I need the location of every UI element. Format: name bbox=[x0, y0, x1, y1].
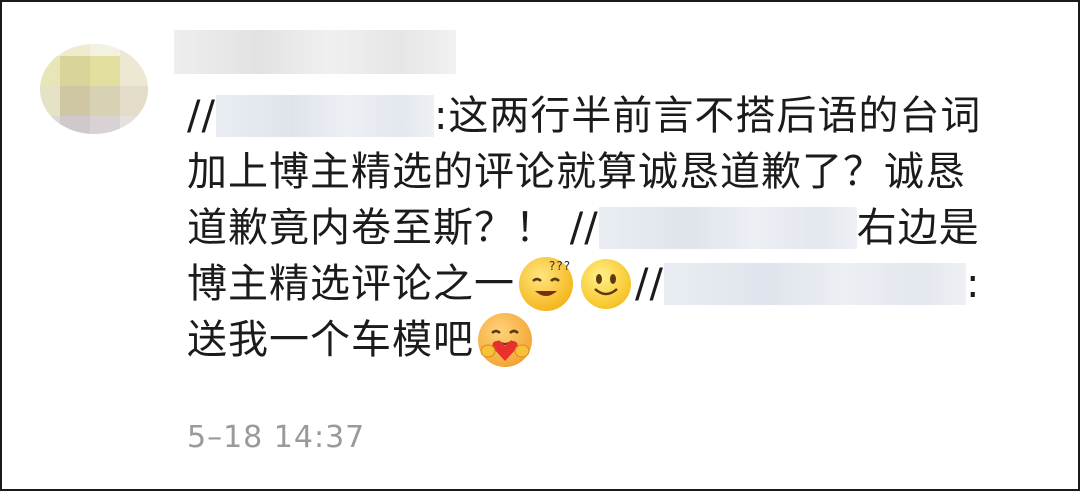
comment-line-5: 送我一个车模吧 bbox=[187, 312, 1047, 368]
mention-redacted[interactable] bbox=[598, 207, 857, 249]
comment-text: 博主精选评论之一 bbox=[187, 261, 515, 307]
svg-text:???: ??? bbox=[549, 259, 571, 273]
repost-separator: // bbox=[635, 261, 664, 307]
avatar[interactable] bbox=[40, 44, 148, 134]
mention-redacted[interactable] bbox=[663, 263, 966, 305]
comment-line-1: // :这两行半前言不搭后语的台词 bbox=[187, 88, 1047, 144]
repost-separator: // bbox=[187, 93, 216, 139]
comment-text: 送我一个车模吧 bbox=[187, 317, 474, 363]
smile-emoji bbox=[581, 259, 631, 309]
comment-line-2: 加上博主精选的评论就算诚恳道歉了？诚恳 bbox=[187, 144, 1047, 200]
comment-text: 加上博主精选的评论就算诚恳道歉了？诚恳 bbox=[187, 149, 966, 195]
comment-body: // :这两行半前言不搭后语的台词 加上博主精选的评论就算诚恳道歉了？诚恳 道歉… bbox=[187, 88, 1047, 368]
hug-emoji bbox=[478, 313, 532, 367]
comment-text: 右边是 bbox=[856, 205, 980, 251]
comment-card: // :这两行半前言不搭后语的台词 加上博主精选的评论就算诚恳道歉了？诚恳 道歉… bbox=[0, 0, 1080, 491]
dizzy-face-emoji: ??? bbox=[519, 257, 573, 311]
comment-text: :这两行半前言不搭后语的台词 bbox=[433, 93, 982, 139]
comment-line-4: 博主精选评论之一 ??? // : bbox=[187, 256, 1047, 312]
avatar-image bbox=[40, 44, 148, 134]
comment-text: 道歉竟内卷至斯？！ // bbox=[187, 205, 599, 251]
comment-line-3: 道歉竟内卷至斯？！ // 右边是 bbox=[187, 200, 1047, 256]
comment-text: : bbox=[965, 261, 981, 307]
comment-timestamp: 5–18 14:37 bbox=[187, 420, 366, 455]
mention-redacted[interactable] bbox=[215, 95, 434, 137]
username-redacted[interactable] bbox=[174, 30, 456, 74]
